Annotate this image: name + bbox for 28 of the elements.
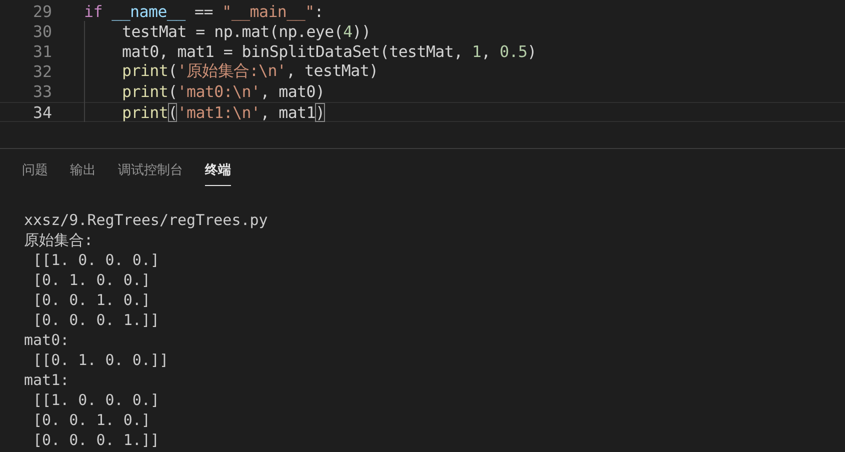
terminal-output-line: [0. 0. 0. 1.]] [32,310,160,330]
code-line: testMat = np.mat(np.eye(4)) [122,22,371,41]
terminal-output-line: [0. 1. 0. 0.] [32,270,152,290]
terminal-output-line: mat1: [24,370,70,390]
terminal-output-line: 原始集合: [24,230,94,250]
terminal-output-line: [[1. 0. 0. 0.] [32,390,160,410]
line-number: 33 [32,82,52,102]
terminal-output-line: [0. 0. 0. 1.]] [32,430,160,450]
terminal-output-line: [[1. 0. 0. 0.] [32,250,160,270]
code-line: print('mat0:\n', mat0) [122,82,325,102]
panel-tab[interactable]: 调试控制台 [118,161,183,186]
line-number: 32 [32,62,52,82]
line-number: 34 [32,102,52,122]
code-line: print('原始集合:\n', testMat) [122,61,378,82]
line-number: 31 [32,42,52,61]
code-line: mat0, mat1 = binSplitDataSet(testMat, 1, 0.5) [122,42,537,61]
code-line: print('mat1:\n', mat1) [122,102,325,122]
terminal-output-line: [[0. 1. 0. 0.]] [32,350,170,370]
code-line: if __name__ == "__main__": [84,2,324,21]
panel-tab[interactable]: 问题 [22,161,48,186]
panel-tab[interactable]: 终端 [205,161,231,186]
line-number: 29 [32,2,52,21]
terminal-output-line: mat0: [24,330,70,350]
line-number: 30 [32,22,52,41]
panel-tab[interactable]: 输出 [70,161,96,186]
terminal-output-line: [0. 0. 1. 0.] [32,290,152,310]
terminal-output-line: xxsz/9.RegTrees/regTrees.py [24,210,269,230]
terminal-output-line: [0. 0. 1. 0.] [32,410,152,430]
